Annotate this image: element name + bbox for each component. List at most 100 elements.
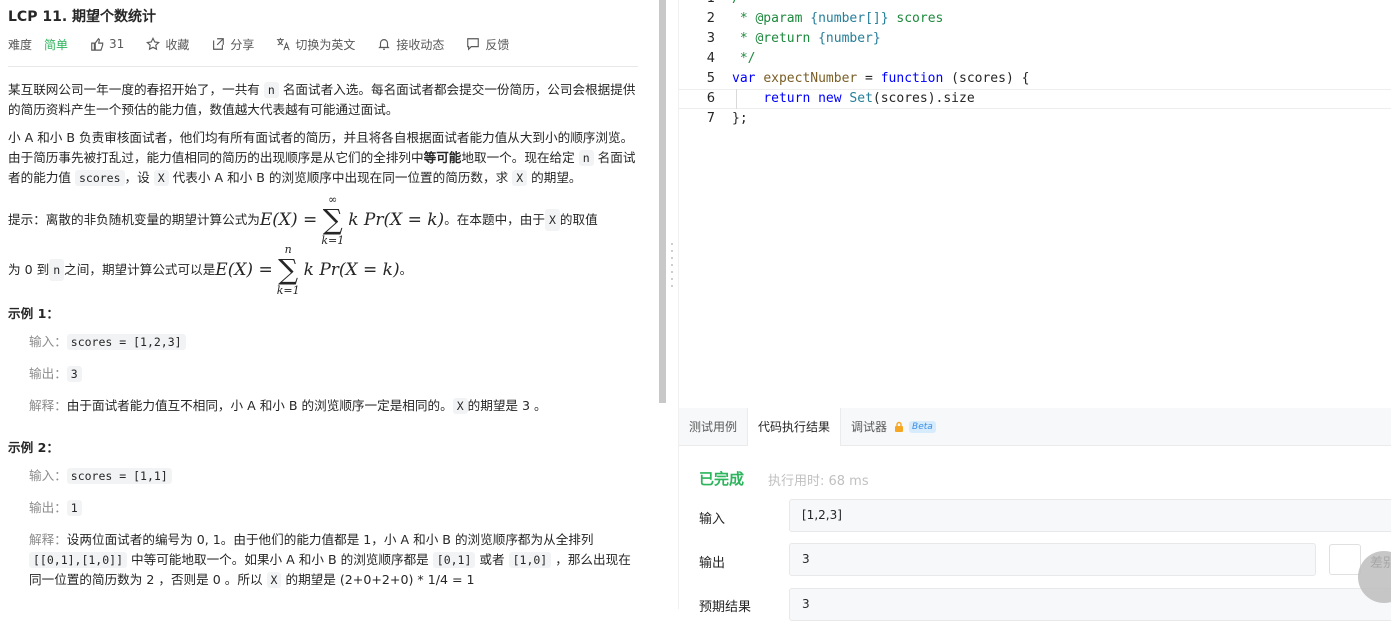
text: 的期望。 [527,170,582,185]
paragraph-task: 小 A 和小 B 负责审核面试者，他们均有所有面试者的简历，并且将各自根据面试者… [8,128,638,188]
label: 解释： [29,532,67,547]
output-code: 1 [66,500,82,516]
line-number: 6 [706,91,715,106]
code-line-4: */ [732,51,756,66]
jsdoc-type: {number[]} [810,11,889,26]
subscribe-label: 接收动态 [396,37,445,52]
label: 输入： [29,468,67,483]
code-line-2: * @param {number[]} scores [732,11,944,26]
pane-resize-handle[interactable] [670,243,674,293]
code-line-6: return new Set(scores).size [732,91,975,106]
share-button[interactable]: 分享 [211,36,254,53]
example-input: 输入： scores = [1,2,3] [29,332,638,364]
tab-testcase[interactable]: 测试用例 [679,408,747,446]
inline-code: [1,0] [508,552,552,568]
line-number: 7 [706,111,715,126]
formula-lhs: E(X) = [259,210,318,230]
tab-debugger[interactable]: 调试器 Beta [841,408,946,446]
tab-label: 调试器 [851,420,888,434]
switch-language-label: 切换为英文 [295,37,356,52]
example-explanation: 解释：由于面试者能力值互不相同，小 A 和小 B 的浏览顺序一定是相同的。 X 的期… [29,396,638,428]
comment-icon [467,38,480,51]
input-code: scores = [1,1] [66,468,172,484]
thumbs-up-icon [91,37,104,51]
text: ，设 [124,170,154,185]
expression: (scores).size [872,91,975,106]
line-number: 5 [706,71,715,86]
diff-toggle[interactable] [1329,544,1361,575]
inline-code: [[0,1],[1,0]] [29,552,128,568]
line-number: 4 [706,51,715,66]
example-input: 输入： scores = [1,1] [29,466,638,498]
text: 的期望是 3 。 [467,398,547,413]
comment: * @return [732,31,819,46]
comment: * @param [732,11,811,26]
function-name: expectNumber [763,71,858,86]
subscribe-button[interactable]: 接收动态 [377,36,444,53]
beta-badge: Beta [909,421,936,433]
text: 中等可能地取一个。如果小 A 和小 B 的浏览顺序都是 [127,552,433,567]
inline-code: [0,1] [432,552,476,568]
share-label: 分享 [230,37,255,52]
difficulty-value: 简单 [44,37,69,52]
description-scrollbar[interactable] [659,0,666,403]
feedback-button[interactable]: 反馈 [466,36,509,53]
sigma: ∑ [278,253,299,286]
example-2: 示例 2： 输入： scores = [1,1] 输出： 1 解释：设两位面试者的编… [8,438,638,590]
output-value: 3 [802,552,810,566]
keyword: function [880,71,944,86]
jsdoc-type: {number} [818,31,881,46]
switch-language-button[interactable]: 切换为英文 [276,36,355,53]
input-code: scores = [1,2,3] [66,334,186,350]
run-status: 已完成 [699,470,745,488]
inline-code: n [49,259,65,281]
tab-label: 代码执行结果 [758,420,831,434]
text: 为 0 到 [8,262,50,277]
difficulty: 难度 简单 [8,36,68,53]
example-heading: 示例 2： [8,440,59,455]
line-number: 1 [679,0,715,6]
sum-lower-bound: k=1 [321,234,345,247]
tab-label: 测试用例 [689,420,738,434]
text: 提示：离散的非负随机变量的期望计算公式为 [8,212,260,227]
summation-symbol: n ∑ k=1 [277,243,300,297]
tab-run-result[interactable]: 代码执行结果 [747,408,842,446]
text: 代表小 A 和小 B 的浏览顺序中出现在同一位置的简历数，求 [168,170,513,185]
formula-rhs: k Pr(X = k) [303,260,400,280]
expected-value-box: 3 [789,588,1391,621]
text: 地取一个。现在给定 [461,150,579,165]
label: 输出： [29,500,67,515]
label: 输入： [29,334,67,349]
hint-line-2: 为 0 到 n 之间，期望计算公式可以是 E(X) = n ∑ k=1 k Pr… [8,243,638,297]
like-button[interactable]: 31 [90,37,124,51]
star-icon [146,37,161,51]
translate-icon [277,37,290,51]
problem-title: LCP 11. 期望个数统计 [8,9,157,25]
text: 。在本题中，由于 [444,212,545,227]
formula-rhs: k Pr(X = k) [348,210,445,230]
input-value: [1,2,3] [802,508,842,522]
inline-code: X [544,209,560,231]
bold-text: 等可能 [423,150,462,165]
example-heading: 示例 1： [8,306,59,321]
collect-button[interactable]: 收藏 [146,36,189,53]
code-editor[interactable]: 1 2 3 4 5 6 7 /** * @param {number[]} sc… [679,0,1391,408]
text: 。 [399,262,413,277]
output-value-box: 3 [789,543,1316,576]
code-line-1: /** [732,0,755,6]
input-label: 输入 [699,512,726,527]
problem-content: 某互联网公司一年一度的春招开始了，一共有 n 名面试者入选。每名面试者都会提交一… [8,80,638,590]
comment: scores [888,11,944,26]
problem-meta-bar: 难度 简单 31 收藏 分享 切换为英文 接收动态 反馈 [8,35,531,53]
example-1: 示例 1： 输入： scores = [1,2,3] 输出： 3 解释：由于面试者能… [8,304,638,428]
output-label: 输出 [699,556,726,571]
divider [8,66,638,67]
lock-icon [895,421,904,432]
inline-code: X [153,170,169,186]
result-tabs: 测试用例 代码执行结果 调试器 Beta [679,408,1391,446]
inline-code: X [266,572,282,588]
share-icon [213,38,225,50]
keyword: new [818,91,842,106]
inline-code: n [263,82,279,98]
line-number: 2 [706,11,715,26]
